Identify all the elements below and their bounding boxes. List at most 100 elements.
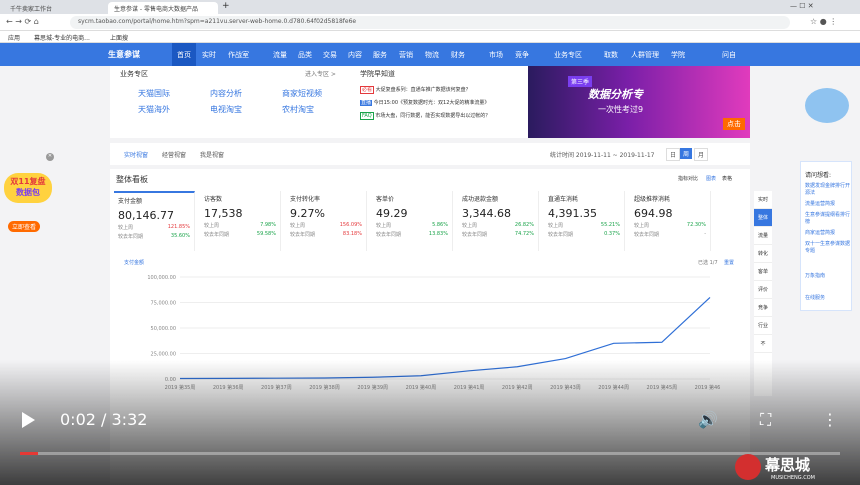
nav-item-business-zone[interactable]: 业务专区 — [554, 50, 582, 60]
row-label: 较去年同期 — [290, 232, 316, 238]
metric-week-change: 156.09% — [339, 222, 362, 228]
nav-item-realtime[interactable]: 实时 — [202, 50, 216, 60]
left-promo[interactable]: ✕ 双11复盘 数据包 立即查看 — [2, 153, 54, 241]
question-item[interactable]: 商家运营简报 — [805, 229, 851, 236]
volume-icon[interactable]: 🔊 — [698, 410, 718, 429]
online-service-button[interactable]: 在线服务 — [805, 294, 825, 301]
nav-item-home[interactable]: 首页 — [172, 43, 196, 66]
metric-week-row: 较上周 72.30% — [634, 222, 706, 229]
metric-card[interactable]: 直通车消耗 4,391.35 较上周 55.21% 较去年同期 0.37% — [544, 191, 625, 251]
bookmark-apps[interactable]: 应用 — [8, 33, 20, 42]
rail-item[interactable]: 整体 — [754, 209, 772, 227]
nav-item-competition[interactable]: 竞争 — [515, 50, 529, 60]
tab-business-view[interactable]: 经营视窗 — [162, 150, 186, 159]
metric-year-change: 59.58% — [256, 231, 276, 237]
promo-line2: 数据包 — [16, 188, 40, 197]
nav-item-market[interactable]: 市场 — [489, 50, 503, 60]
period-day[interactable]: 日 — [666, 148, 681, 161]
chart-view-toggle[interactable]: 图表 — [706, 175, 716, 182]
tab-my-view[interactable]: 我是视窗 — [200, 150, 224, 159]
tab-qianniu[interactable]: 千牛卖家工作台 — [4, 2, 104, 14]
progress-track[interactable] — [20, 452, 840, 455]
promo-banner[interactable]: 第三季 数据分析专 一次性考过9 点击 — [528, 66, 750, 138]
metric-year-change: 0.37% — [604, 231, 620, 237]
nav-item-logistics[interactable]: 物流 — [425, 50, 439, 60]
question-item[interactable]: 流量运营简报 — [805, 200, 851, 207]
question-item[interactable]: 生意参谋提纲看排行榜 — [805, 211, 851, 225]
metric-value: 694.98 — [634, 207, 673, 220]
nav-item-warroom[interactable]: 作战室 — [228, 50, 249, 60]
nav-item-fetch[interactable]: 取数 — [604, 50, 618, 60]
banner-button[interactable]: 点击 — [723, 118, 745, 130]
nav-item-trade[interactable]: 交易 — [323, 50, 337, 60]
tab-realtime-view[interactable]: 实时视窗 — [124, 150, 148, 159]
rail-item[interactable]: 评价 — [754, 281, 772, 299]
rail-item[interactable]: 竞争 — [754, 299, 772, 317]
rail-item[interactable]: 不 — [754, 335, 772, 353]
news-text: 市场大盘，同行数据，能否实现数据导出以过帐的？ — [375, 113, 491, 119]
period-week[interactable]: 周 — [680, 148, 693, 159]
promo-view-button[interactable]: 立即查看 — [8, 221, 41, 232]
metric-value: 4,391.35 — [548, 207, 597, 220]
question-item[interactable]: 双十一生意参谋数据专题 — [805, 240, 851, 254]
news-item[interactable]: 必看 大促复盘系列：直通车推广数据该何复盘？ — [360, 86, 471, 94]
metric-week-row: 较上周 156.09% — [290, 222, 362, 229]
window-controls[interactable]: — ☐ ✕ — [790, 2, 814, 10]
enter-zone-link[interactable]: 进入专区 > — [305, 69, 336, 78]
bookmark-mushicheng[interactable]: 幕思城-专业的电商... — [34, 33, 90, 42]
user-menu[interactable]: 问自 — [722, 50, 736, 60]
link-rural-taobao[interactable]: 农村淘宝 — [282, 104, 314, 115]
link-tmall-overseas[interactable]: 天猫海外 — [138, 104, 170, 115]
period-month[interactable]: 月 — [694, 148, 709, 161]
metric-card[interactable]: 超级推荐消耗 694.98 较上周 72.30% 较去年同期 - — [630, 191, 711, 251]
nav-item-academy[interactable]: 学院 — [671, 50, 685, 60]
brand-logo[interactable]: 生意参谋 — [108, 49, 140, 60]
rail-item[interactable]: 实时 — [754, 191, 772, 209]
bookmark-search[interactable]: 上面搜 — [110, 33, 128, 42]
rail-item[interactable]: 客单 — [754, 263, 772, 281]
chart-legend[interactable]: 支付金额 — [124, 259, 144, 266]
nav-item-category[interactable]: 品类 — [298, 50, 312, 60]
more-icon[interactable]: ⋮ — [822, 410, 838, 429]
promo-badge: 双11复盘 数据包 — [4, 173, 52, 203]
fullscreen-icon[interactable]: ⛶ — [760, 410, 771, 430]
nav-item-traffic[interactable]: 流量 — [273, 50, 287, 60]
nav-item-crowd[interactable]: 人群管理 — [631, 50, 659, 60]
nav-item-content[interactable]: 内容 — [348, 50, 362, 60]
metric-card[interactable]: 支付转化率 9.27% 较上周 156.09% 较去年同期 83.18% — [286, 191, 367, 251]
link-content-analysis[interactable]: 内容分析 — [210, 88, 242, 99]
metric-value: 3,344.68 — [462, 207, 511, 220]
question-item[interactable]: 数据发现金牌排行开源法 — [805, 182, 851, 196]
profile-icon[interactable]: ☆ ● ⋮ — [810, 17, 837, 26]
news-item[interactable]: FAQ 市场大盘，同行数据，能否实现数据导出以过帐的？ — [360, 112, 491, 120]
play-icon[interactable] — [22, 412, 35, 428]
guide-button[interactable]: 万象指南 — [805, 272, 825, 279]
nav-item-marketing[interactable]: 营销 — [399, 50, 413, 60]
nav-item-finance[interactable]: 财务 — [451, 50, 465, 60]
url-field[interactable]: sycm.taobao.com/portal/home.htm?spm=a211… — [70, 16, 790, 29]
news-tag: 必看 — [360, 86, 375, 94]
tab-sycm[interactable]: 生意参谋 - 零售电商大数据产品 — [108, 2, 218, 14]
close-icon[interactable]: ✕ — [46, 153, 54, 161]
metric-card[interactable]: 访客数 17,538 较上周 7.98% 较去年同期 59.58% — [200, 191, 281, 251]
rail-item[interactable]: 行业 — [754, 317, 772, 335]
metric-value: 80,146.77 — [118, 209, 174, 222]
new-tab-icon[interactable]: + — [222, 1, 230, 11]
news-item[interactable]: 直播 今日15:00《预复数据时光：双12大促的精准流量》 — [360, 99, 489, 106]
rail-item[interactable]: 流量 — [754, 227, 772, 245]
link-tv-taobao[interactable]: 电视淘宝 — [210, 104, 242, 115]
table-view-toggle[interactable]: 表格 — [722, 175, 732, 182]
rail-item[interactable]: 转化 — [754, 245, 772, 263]
link-short-video[interactable]: 商家短视频 — [282, 88, 322, 99]
metric-year-change: - — [704, 231, 706, 237]
metric-card[interactable]: 成功退款金额 3,344.68 较上周 26.82% 较去年同期 74.72% — [458, 191, 539, 251]
metric-card[interactable]: 客单价 49.29 较上周 5.86% 较去年同期 13.83% — [372, 191, 453, 251]
nav-item-service[interactable]: 服务 — [373, 50, 387, 60]
elephant-mascot-icon[interactable] — [805, 88, 849, 123]
reset-link[interactable]: 重置 — [724, 259, 734, 266]
link-tmall-global[interactable]: 天猫国际 — [138, 88, 170, 99]
compare-metrics[interactable]: 指标对比 — [678, 175, 698, 182]
metric-card[interactable]: 支付金额 80,146.77 较上周 121.85% 较去年同期 35.60% — [114, 191, 195, 251]
nav-arrows-icon[interactable]: ← → ⟳ ⌂ — [6, 17, 39, 26]
logo-subtext: MUSICHENG.COM — [771, 475, 815, 481]
